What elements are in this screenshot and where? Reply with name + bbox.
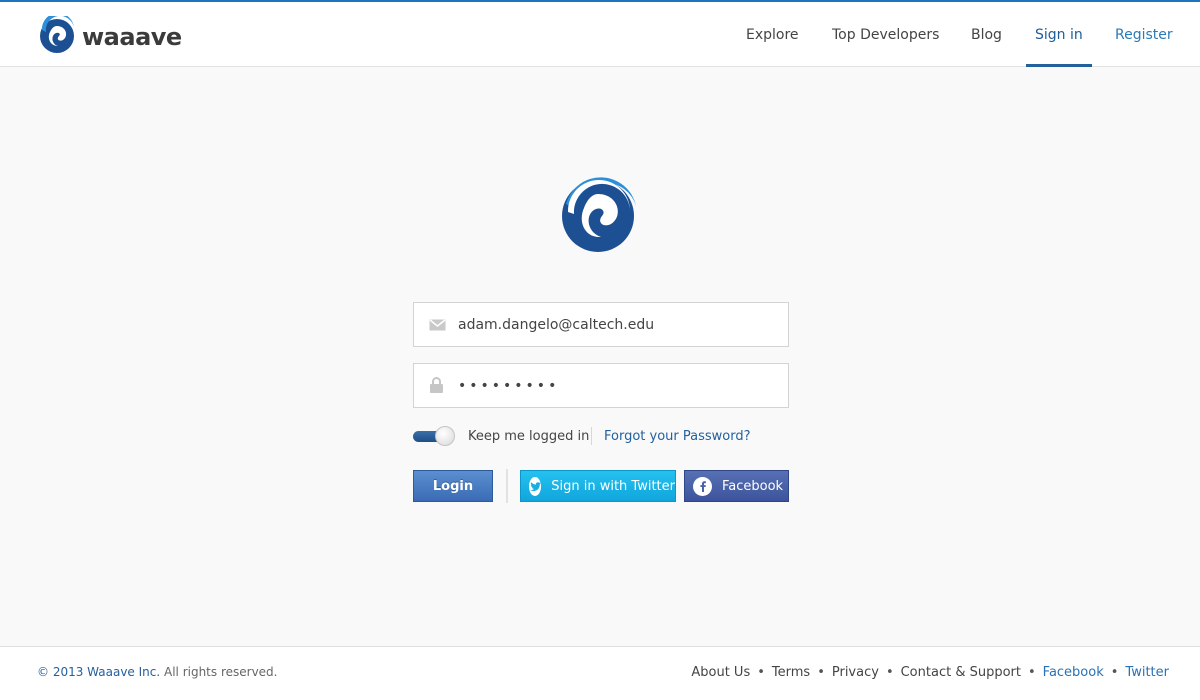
nav-register[interactable]: Register [1115, 2, 1173, 67]
email-field[interactable] [413, 302, 789, 347]
keep-logged-in-toggle[interactable] [413, 426, 455, 446]
nav-explore[interactable]: Explore [746, 2, 799, 67]
facebook-button[interactable]: Facebook [684, 470, 789, 502]
keep-logged-in-label: Keep me logged in [468, 429, 590, 444]
facebook-f-icon [693, 476, 712, 496]
password-input[interactable] [458, 364, 778, 407]
twitter-bird-icon [529, 476, 542, 496]
copyright-owner-link[interactable]: © 2013 Waaave Inc. [37, 665, 160, 679]
page-footer: © 2013 Waaave Inc. All rights reserved. … [0, 646, 1200, 700]
wave-logo-large-icon [560, 176, 638, 258]
footer-link-contact-support[interactable]: Contact & Support [901, 665, 1021, 680]
lock-icon [430, 377, 443, 397]
sign-in-twitter-button[interactable]: Sign in with Twitter [520, 470, 676, 502]
footer-link-twitter[interactable]: Twitter [1125, 665, 1169, 680]
twitter-button-label: Sign in with Twitter [551, 478, 675, 494]
copyright-suffix: All rights reserved. [160, 665, 278, 679]
toggle-knob[interactable] [435, 426, 455, 446]
email-input[interactable] [458, 303, 778, 346]
login-button[interactable]: Login [413, 470, 493, 502]
divider [591, 427, 592, 445]
separator-dot: • [1027, 665, 1036, 680]
brand[interactable]: waaave [38, 12, 182, 58]
forgot-password-link[interactable]: Forgot your Password? [604, 429, 751, 444]
nav-blog[interactable]: Blog [971, 2, 1002, 67]
buttons-divider [506, 469, 508, 503]
separator-dot: • [885, 665, 894, 680]
separator-dot: • [1110, 665, 1119, 680]
nav-top-developers[interactable]: Top Developers [832, 2, 939, 67]
envelope-icon [429, 317, 446, 336]
footer-links: About Us • Terms • Privacy • Contact & S… [691, 665, 1169, 680]
password-field[interactable] [413, 363, 789, 408]
separator-dot: • [757, 665, 765, 680]
footer-link-about-us[interactable]: About Us [691, 665, 750, 680]
separator-dot: • [817, 665, 825, 680]
copyright: © 2013 Waaave Inc. All rights reserved. [37, 665, 278, 679]
footer-link-terms[interactable]: Terms [772, 665, 810, 680]
top-header: waaave Explore Top Developers Blog Sign … [0, 0, 1200, 67]
login-button-label: Login [432, 478, 474, 494]
nav-sign-in[interactable]: Sign in [1026, 2, 1092, 67]
footer-link-privacy[interactable]: Privacy [832, 665, 879, 680]
facebook-button-label: Facebook [722, 478, 784, 494]
brand-name: waaave [82, 23, 182, 51]
footer-link-facebook[interactable]: Facebook [1043, 665, 1104, 680]
wave-logo-icon [38, 12, 76, 58]
